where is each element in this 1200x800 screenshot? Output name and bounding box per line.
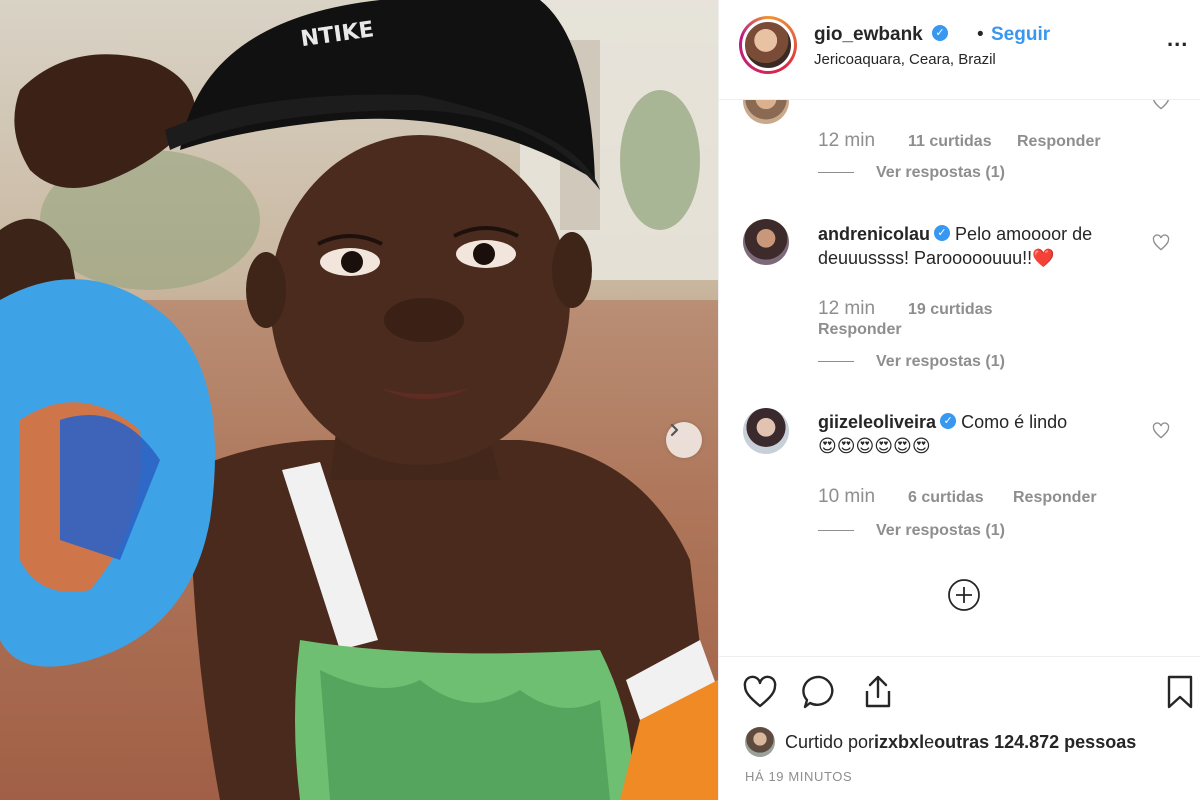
commenter-avatar[interactable] — [743, 408, 789, 454]
comment-time: 10 min — [818, 486, 876, 507]
reply-link[interactable]: Responder — [1017, 133, 1101, 151]
author-avatar-image — [742, 19, 794, 71]
view-replies-label: Ver respostas (1) — [876, 164, 1005, 181]
comment-time: 12 min — [818, 130, 876, 151]
liked-by-prefix: Curtido por — [785, 731, 875, 752]
reply-link[interactable]: Responder — [1013, 489, 1097, 507]
comment-like-count[interactable]: 6 curtidas — [908, 489, 984, 507]
liker-avatar[interactable] — [745, 727, 775, 757]
comment-like-count[interactable]: 11 curtidas — [908, 133, 992, 151]
heart-icon[interactable] — [741, 673, 779, 711]
view-replies-label: Ver respostas (1) — [876, 353, 1005, 370]
post-photo[interactable]: NTIKE — [0, 0, 718, 800]
bookmark-icon[interactable] — [1161, 673, 1199, 711]
commenter-avatar[interactable] — [743, 100, 789, 124]
view-replies-link[interactable]: Ver respostas (1) — [818, 164, 1005, 182]
view-replies-link[interactable]: Ver respostas (1) — [818, 522, 1005, 540]
chevron-right-icon — [670, 423, 679, 437]
replies-divider — [818, 172, 854, 174]
speech-bubble-icon[interactable] — [801, 673, 839, 711]
replies-divider — [818, 361, 854, 363]
commenter-username[interactable]: andrenicolau — [818, 224, 930, 244]
post-location[interactable]: Jericoaquara, Ceara, Brazil — [814, 51, 996, 68]
author-username[interactable]: gio_ewbank — [814, 24, 923, 45]
replies-divider — [818, 530, 854, 532]
comment-text: Como é lindo — [961, 412, 1068, 432]
comment-body: andrenicolau ✓ Pelo amoooor de deuuussss!… — [818, 222, 1148, 270]
verified-badge-icon: ✓ — [932, 24, 949, 41]
liked-by-mid: e — [924, 731, 935, 752]
heart-icon[interactable] — [1151, 421, 1171, 441]
share-icon[interactable] — [859, 673, 897, 711]
post-actions: Curtido por izxbxl e outras 124.872 pess… — [719, 656, 1200, 800]
comment-like-count[interactable]: 19 curtidas — [908, 301, 992, 319]
follow-button[interactable]: Seguir — [991, 24, 1050, 46]
heart-icon[interactable] — [1151, 100, 1171, 112]
view-replies-link[interactable]: Ver respostas (1) — [818, 353, 1005, 371]
post-timestamp[interactable]: HÁ 19 MINUTOS — [745, 769, 852, 784]
reply-link[interactable]: Responder — [818, 321, 902, 339]
next-photo-button[interactable] — [666, 422, 702, 458]
comment-time: 12 min — [818, 298, 876, 319]
photo-illustration: NTIKE — [0, 0, 718, 800]
likes-count-link[interactable]: outras 124.872 pessoas — [934, 732, 1136, 753]
commenter-username[interactable]: giizeleoliveira — [818, 412, 936, 432]
author-avatar[interactable] — [739, 16, 797, 74]
comment-emojis: 😍😍😍😍😍😍 — [818, 436, 931, 456]
verified-badge-icon: ✓ — [940, 413, 957, 430]
heart-icon[interactable] — [1151, 233, 1171, 253]
post-header: gio_ewbank ✓ • Seguir Jericoaquara, Cear… — [719, 0, 1200, 100]
comment-body: giizeleoliveira ✓ Como é lindo 😍😍😍😍😍😍 — [818, 410, 1148, 458]
plus-circle-icon[interactable] — [947, 578, 981, 612]
liked-by-row: Curtido por izxbxl e outras 124.872 pess… — [745, 727, 1136, 757]
verified-badge-icon: ✓ — [934, 225, 951, 242]
view-replies-label: Ver respostas (1) — [876, 522, 1005, 539]
liker-username[interactable]: izxbxl — [874, 732, 924, 753]
more-options-button[interactable]: ... — [1167, 28, 1188, 50]
post-side-panel: gio_ewbank ✓ • Seguir Jericoaquara, Cear… — [718, 0, 1200, 800]
commenter-avatar[interactable] — [743, 219, 789, 265]
comments-list[interactable]: 12 min 11 curtidas Responder Ver respost… — [719, 100, 1200, 656]
separator-dot: • — [977, 24, 984, 45]
author-username-row: gio_ewbank ✓ — [814, 24, 949, 46]
